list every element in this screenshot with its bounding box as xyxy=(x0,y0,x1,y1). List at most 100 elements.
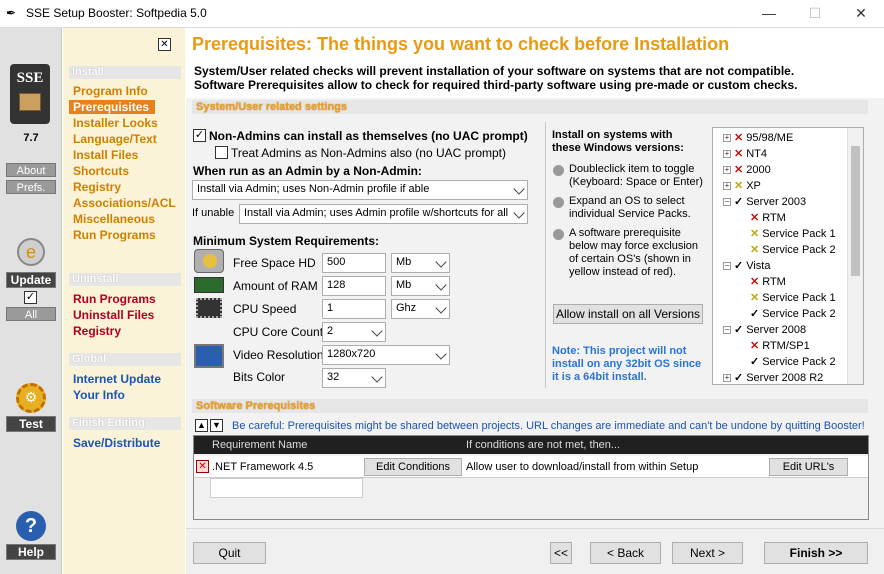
nonadmin-checkbox[interactable]: ✓ xyxy=(193,129,206,142)
cross-mark-icon: ✕ xyxy=(750,244,760,256)
bits-select[interactable]: 32 xyxy=(322,368,386,388)
next-button[interactable]: Next > xyxy=(672,542,743,564)
os-tree-item[interactable]: − ✓ Server 2003 xyxy=(723,195,806,208)
nav-language-text[interactable]: Language/Text xyxy=(73,132,157,146)
bullet-icon xyxy=(553,229,564,240)
cross-mark-icon: ✕ xyxy=(734,164,744,176)
back-button[interactable]: < Back xyxy=(590,542,661,564)
os-tree-item[interactable]: ✕ RTM xyxy=(743,275,786,288)
bits-label: Bits Color xyxy=(233,370,286,384)
expand-toggle-icon[interactable]: − xyxy=(723,326,731,335)
nav-uninstall-run-programs[interactable]: Run Programs xyxy=(73,292,156,306)
expand-toggle-icon[interactable]: − xyxy=(723,198,731,207)
expand-toggle-icon[interactable]: + xyxy=(723,150,731,159)
os-tree-item[interactable]: + ✕ XP xyxy=(723,179,761,192)
check-mark-icon: ✓ xyxy=(734,372,744,384)
update-button[interactable]: Update xyxy=(6,272,56,288)
os-tree-item[interactable]: + ✓ Server 2008 R2 xyxy=(723,371,823,384)
tree-line-icon xyxy=(743,310,747,318)
maximize-button[interactable]: ☐ xyxy=(792,0,838,28)
os-tree-item[interactable]: + ✕ 2000 xyxy=(723,163,771,176)
allow-all-versions-button[interactable]: Allow install on all Versions xyxy=(553,304,703,324)
when-run-select[interactable]: Install via Admin; uses Non-Admin profil… xyxy=(192,180,528,200)
os-tree-item[interactable]: ✕ RTM xyxy=(743,211,786,224)
finish-button[interactable]: Finish >> xyxy=(764,542,868,564)
video-select[interactable]: 1280x720 xyxy=(322,345,450,365)
nav-uninstall-registry[interactable]: Registry xyxy=(73,324,121,338)
prefs-button[interactable]: Prefs. xyxy=(6,180,56,194)
nav-registry[interactable]: Registry xyxy=(73,180,121,194)
move-up-icon[interactable]: ▲ xyxy=(195,419,208,432)
nav-program-info[interactable]: Program Info xyxy=(73,84,148,98)
nav-installer-looks[interactable]: Installer Looks xyxy=(73,116,158,130)
bullet-icon xyxy=(553,165,564,176)
expand-toggle-icon[interactable]: + xyxy=(723,182,731,191)
new-row[interactable] xyxy=(210,478,363,498)
update-all-checkbox[interactable]: ✓ xyxy=(24,291,37,304)
os-tree-item[interactable]: ✕ Service Pack 1 xyxy=(743,291,836,304)
nav-run-programs[interactable]: Run Programs xyxy=(73,228,156,242)
os-tree-item[interactable]: ✕ RTM/SP1 xyxy=(743,339,810,352)
nav-miscellaneous[interactable]: Miscellaneous xyxy=(73,212,155,226)
expand-toggle-icon[interactable]: + xyxy=(723,374,731,383)
os-tree-item[interactable]: + ✕ 95/98/ME xyxy=(723,131,793,144)
minimize-button[interactable]: — xyxy=(746,0,792,28)
cross-mark-icon: ✕ xyxy=(750,228,760,240)
about-button[interactable]: About xyxy=(6,163,56,177)
software-prereq-header: Software Prerequisites xyxy=(192,399,868,413)
nav-associations-acl[interactable]: Associations/ACL xyxy=(73,196,176,210)
os-tree[interactable]: + ✕ 95/98/ME + ✕ NT4 + ✕ 2000 + ✕ XP − ✓ Server 2003 ✕ R… xyxy=(712,127,864,385)
nav-save-distribute[interactable]: Save/Distribute xyxy=(73,436,160,450)
nav-internet-update[interactable]: Internet Update xyxy=(73,372,161,386)
tree-line-icon xyxy=(743,342,747,350)
quit-button[interactable]: Quit xyxy=(193,542,266,564)
tree-scrollbar[interactable] xyxy=(847,128,863,384)
ram-input[interactable]: 128 xyxy=(322,276,386,296)
expand-toggle-icon[interactable]: − xyxy=(723,262,731,271)
nav-your-info[interactable]: Your Info xyxy=(73,388,125,402)
os-tree-item[interactable]: ✕ Service Pack 1 xyxy=(743,227,836,240)
expand-toggle-icon[interactable]: + xyxy=(723,166,731,175)
cross-mark-icon: ✕ xyxy=(734,180,744,192)
nav-close-icon[interactable]: ✕ xyxy=(158,38,171,51)
tree-line-icon xyxy=(743,246,747,254)
os-tree-item[interactable]: − ✓ Server 2008 xyxy=(723,323,806,336)
free-space-unit-select[interactable]: Mb xyxy=(391,253,450,273)
check-mark-icon: ✓ xyxy=(734,260,744,272)
if-unable-select[interactable]: Install via Admin; uses Admin profile w/… xyxy=(239,204,528,224)
prereq-grid: Requirement Name If conditions are not m… xyxy=(193,435,869,520)
ram-unit-select[interactable]: Mb xyxy=(391,276,450,296)
os-tree-item[interactable]: ✓ Service Pack 2 xyxy=(743,355,836,368)
help-question-icon: ? xyxy=(16,511,46,541)
os-tree-item[interactable]: − ✓ Vista xyxy=(723,259,770,272)
cores-select[interactable]: 2 xyxy=(322,322,386,342)
expand-toggle-icon[interactable]: + xyxy=(723,134,731,143)
test-button[interactable]: Test xyxy=(6,416,56,432)
os-hint-2: Expand an OS to select individual Servic… xyxy=(569,195,691,220)
os-tree-label: RTM xyxy=(762,212,786,224)
nav-finish-header: Finish Editing xyxy=(69,417,181,430)
os-tree-item[interactable]: + ✕ NT4 xyxy=(723,147,767,160)
title-bar: ✒ SSE Setup Booster: Softpedia 5.0 — ☐ ✕ xyxy=(0,0,884,28)
hard-drive-icon xyxy=(194,249,224,273)
edit-conditions-button[interactable]: Edit Conditions xyxy=(364,458,462,476)
help-button[interactable]: Help xyxy=(6,544,56,560)
close-window-button[interactable]: ✕ xyxy=(838,0,884,28)
move-down-icon[interactable]: ▼ xyxy=(210,419,223,432)
nav-uninstall-files[interactable]: Uninstall Files xyxy=(73,308,154,322)
nav-prerequisites[interactable]: Prerequisites xyxy=(69,100,155,114)
os-tree-item[interactable]: ✕ Service Pack 2 xyxy=(743,243,836,256)
nav-global-header: Global xyxy=(69,353,181,366)
treat-admins-checkbox[interactable] xyxy=(215,146,228,159)
nav-install-files[interactable]: Install Files xyxy=(73,148,138,162)
version-label: 7.7 xyxy=(23,132,39,144)
os-tree-item[interactable]: ✓ Service Pack 2 xyxy=(743,307,836,320)
all-button[interactable]: All xyxy=(6,307,56,321)
nav-shortcuts[interactable]: Shortcuts xyxy=(73,164,129,178)
first-page-button[interactable]: << xyxy=(550,542,572,564)
cpu-input[interactable]: 1 xyxy=(322,299,386,319)
edit-urls-button[interactable]: Edit URL's xyxy=(769,458,848,476)
cpu-unit-select[interactable]: Ghz xyxy=(391,299,450,319)
free-space-input[interactable]: 500 xyxy=(322,253,386,273)
delete-row-icon[interactable]: ✕ xyxy=(196,460,209,473)
